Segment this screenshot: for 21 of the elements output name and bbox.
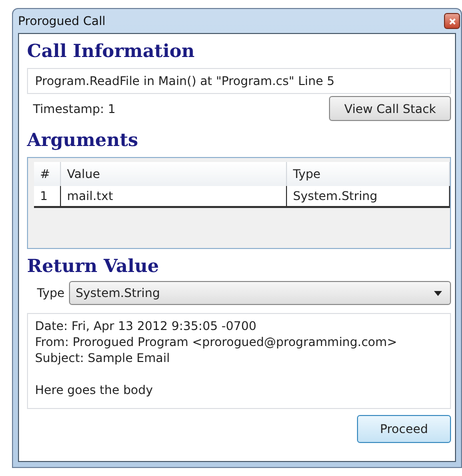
window-title: Prorogued Call — [18, 14, 106, 28]
view-call-stack-button[interactable]: View Call Stack — [329, 96, 451, 121]
type-label: Type — [37, 286, 65, 300]
type-dropdown[interactable]: System.String — [68, 281, 451, 305]
return-value-text-field[interactable]: Date: Fri, Apr 13 2012 9:35:05 -0700 From: Prorogued Program <prorogued@programming.com> Subject: Sample Email Here goes the body — [27, 313, 451, 409]
table-cell: mail.txt — [60, 186, 286, 207]
caret-icon — [434, 290, 442, 296]
proceed-button[interactable]: Proceed — [356, 415, 451, 443]
section-heading: Arguments — [27, 129, 140, 153]
column-header[interactable]: Value — [60, 162, 286, 186]
table-cell: 1 — [34, 186, 60, 207]
close-icon — [448, 18, 456, 24]
close-button[interactable] — [444, 13, 460, 29]
call-location-field[interactable]: Program.ReadFile in Main() at "Program.cs" Line 5 — [27, 68, 451, 94]
column-header[interactable]: # — [34, 162, 60, 186]
column-header[interactable]: Type — [286, 162, 450, 186]
timestamp-label: Timestamp: 1 — [33, 102, 116, 116]
section-heading: Return Value — [27, 255, 160, 279]
section-heading: Call Information — [27, 40, 196, 64]
table-cell: System.String — [286, 186, 450, 207]
argument-row[interactable]: 1 mail.txt System.String — [34, 186, 450, 207]
